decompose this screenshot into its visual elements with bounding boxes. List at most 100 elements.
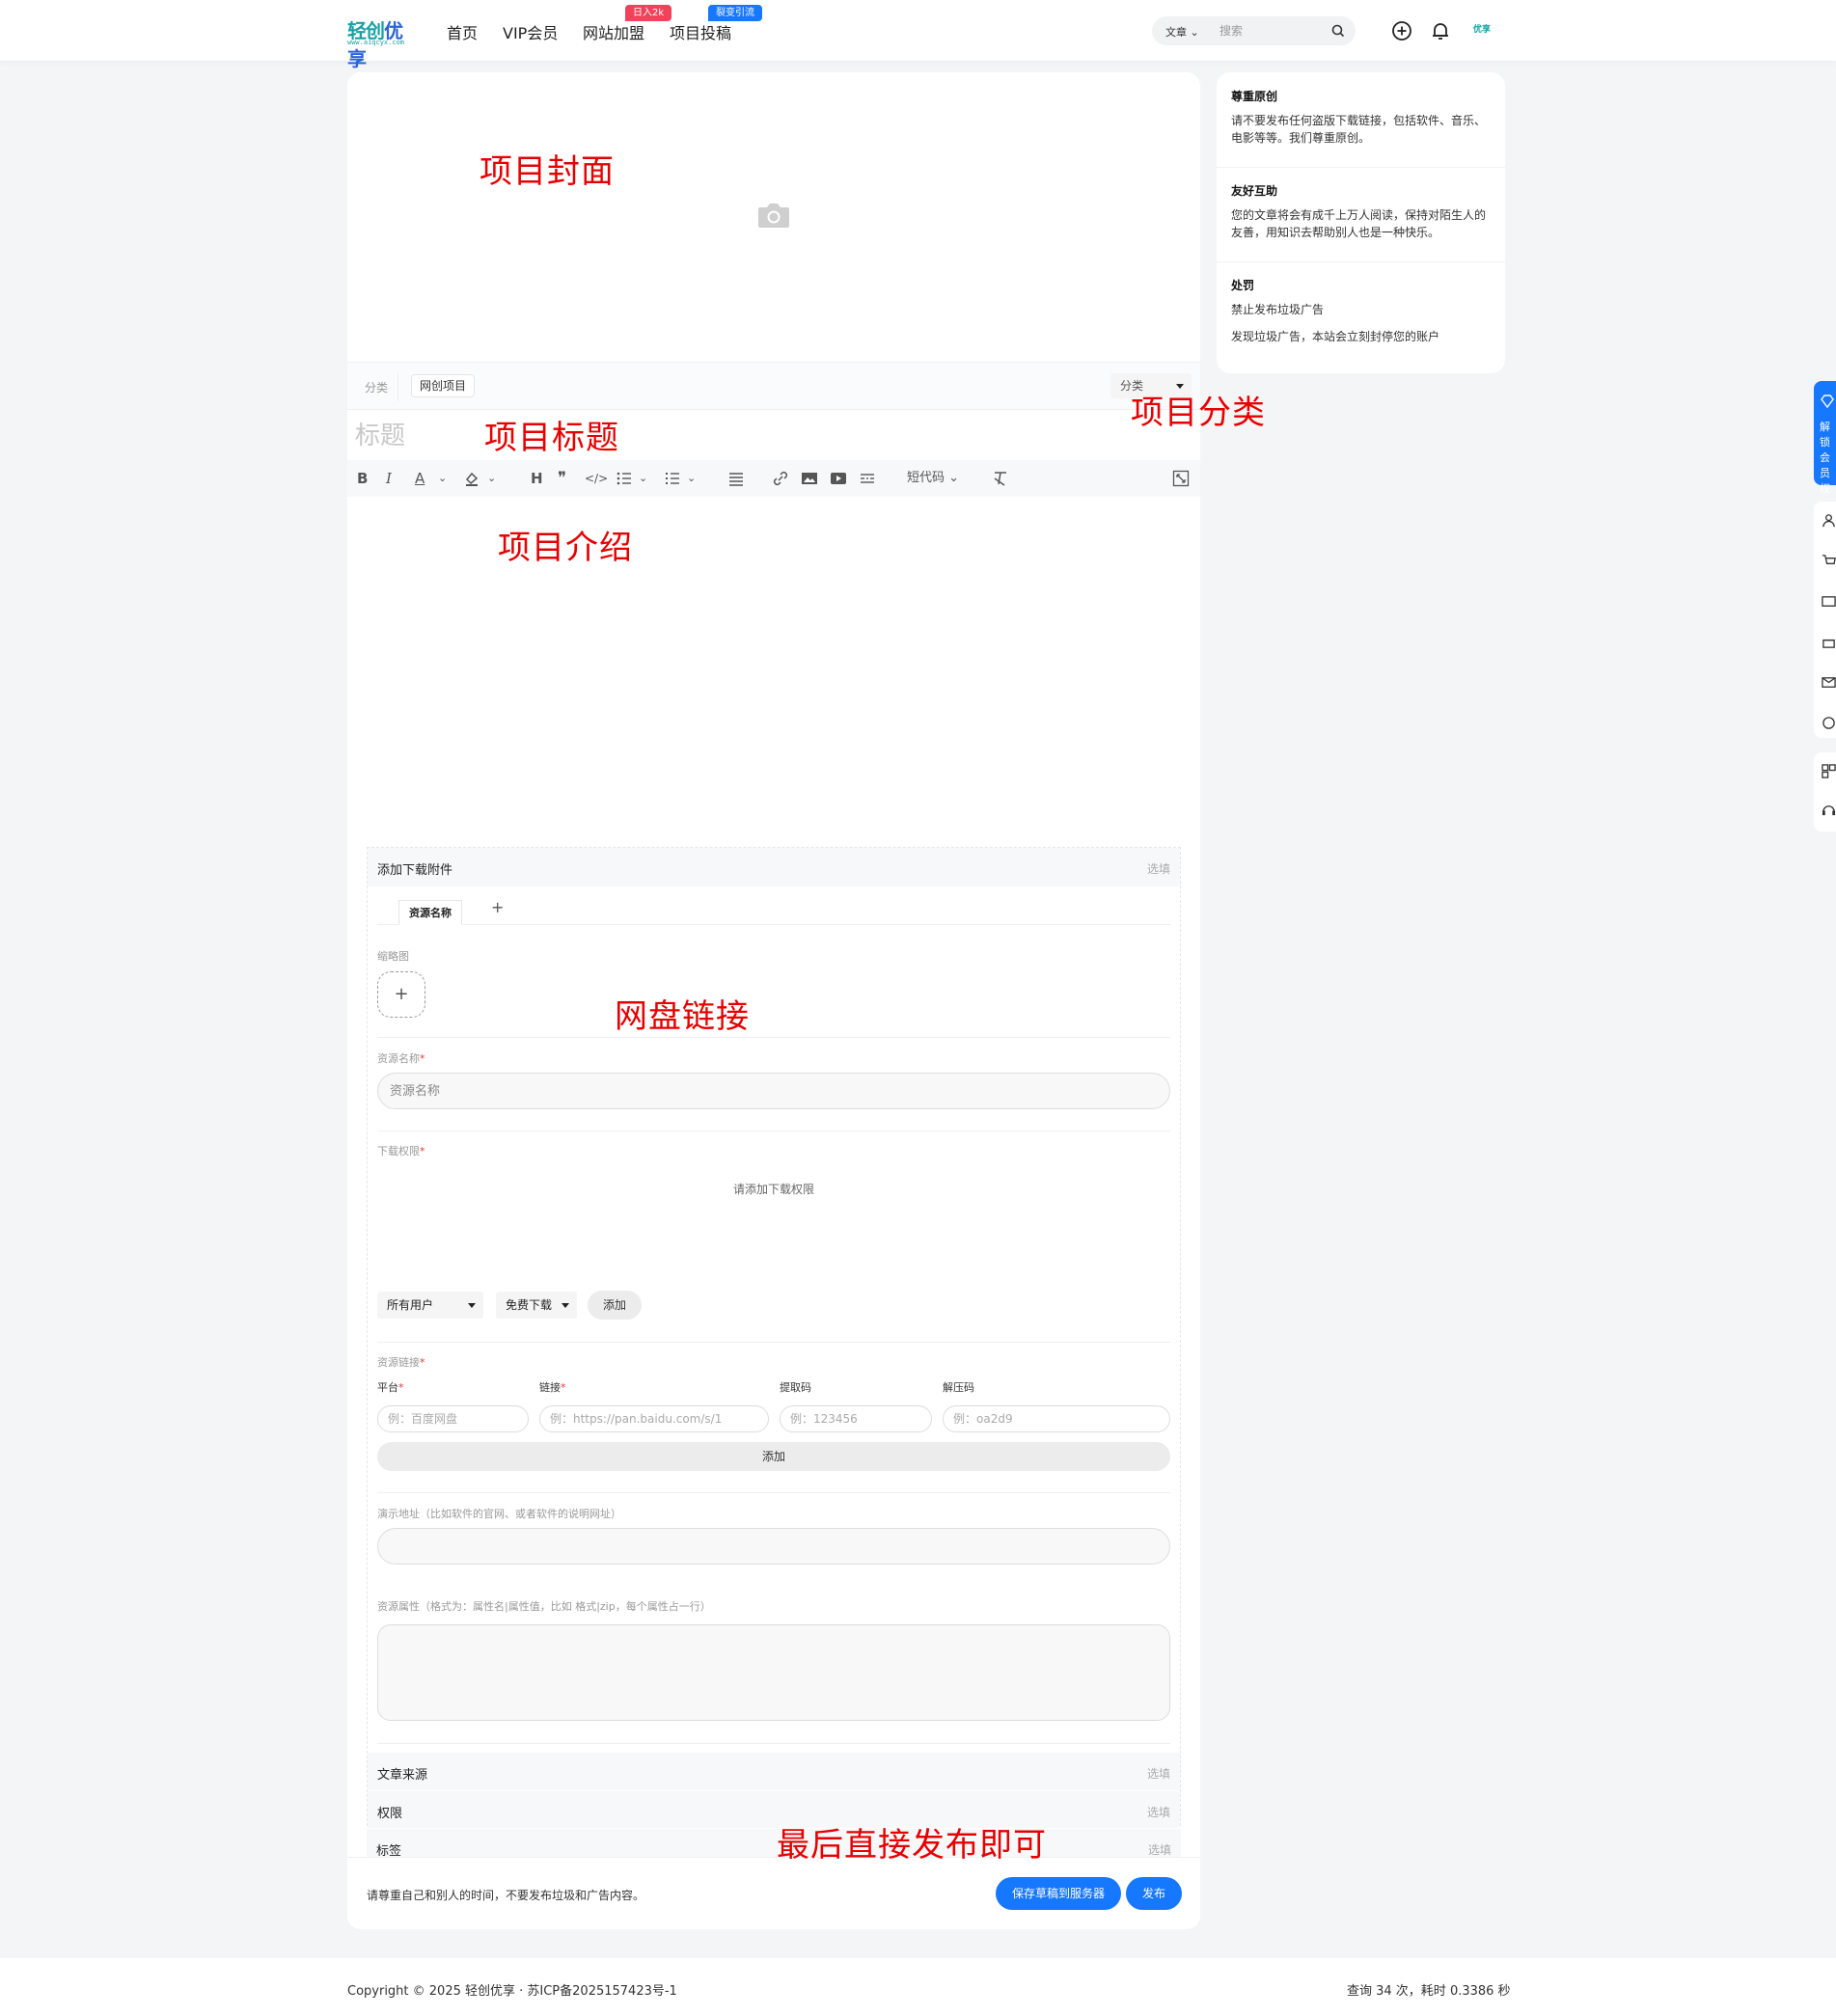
font-color-button[interactable]: A [415, 469, 425, 488]
rule-friendly: 友好互助 您的文章将会有成千上万人阅读，保持对陌生人的友善，用知识去帮助别人也是… [1231, 182, 1492, 241]
headset-icon[interactable] [1822, 803, 1836, 817]
search-icon[interactable] [1331, 24, 1345, 38]
add-permission-button[interactable]: 添加 [588, 1291, 642, 1320]
rule-title: 尊重原创 [1231, 90, 1278, 103]
fullscreen-icon[interactable] [1172, 469, 1190, 488]
nav-badge-submit: 裂变引流 [708, 5, 762, 21]
attachment-title: 添加下载附件 [377, 863, 453, 878]
float-toolbar-2 [1814, 752, 1836, 831]
thumbnail-label: 缩略图 [377, 950, 409, 963]
divider [377, 1492, 1170, 1493]
demo-url-input[interactable] [377, 1528, 1170, 1565]
attachment-header[interactable]: 添加下载附件 选填 [368, 848, 1180, 886]
float-toolbar [1814, 502, 1836, 738]
add-circle-icon[interactable] [1390, 19, 1413, 42]
resource-attr-textarea[interactable] [377, 1624, 1170, 1721]
search-input[interactable] [1219, 21, 1326, 41]
caret-down-icon [468, 1303, 476, 1308]
divider [377, 1743, 1170, 1744]
search-type-select[interactable]: 文章 ⌄ [1165, 24, 1199, 40]
shortcode-button[interactable]: 短代码 ⌄ [907, 469, 959, 488]
add-tab-icon[interactable]: + [491, 898, 504, 916]
image-icon[interactable] [801, 469, 818, 488]
extract-code-col-label: 提取码 [780, 1381, 811, 1394]
wallet-icon[interactable] [1822, 594, 1836, 609]
cover-upload[interactable] [347, 72, 1200, 362]
divider [377, 1342, 1170, 1343]
rule-body: 禁止发布垃圾广告 [1231, 303, 1325, 316]
download-type-select[interactable]: 免费下载 [496, 1292, 577, 1319]
unzip-code-input[interactable] [943, 1405, 1170, 1432]
chevron-down-icon[interactable]: ⌄ [487, 469, 496, 488]
category-tag[interactable]: 网创项目 [411, 374, 476, 397]
nav-submit[interactable]: 项目投稿 [670, 20, 731, 43]
option-row-source[interactable]: 文章来源 选填 [368, 1752, 1180, 1790]
chevron-down-icon[interactable]: ⌄ [438, 469, 447, 488]
chevron-down-icon[interactable]: ⌄ [639, 469, 647, 488]
gift-icon[interactable] [1822, 635, 1836, 649]
query-stats: 查询 34 次，耗时 0.3386 秒 [1347, 1984, 1511, 1999]
nav-vip[interactable]: VIP会员 [503, 20, 558, 43]
bell-icon[interactable] [1429, 19, 1452, 42]
italic-button[interactable]: I [386, 469, 392, 488]
vip-float-text: 解锁会员权 [1820, 421, 1830, 495]
add-link-button[interactable]: 添加 [377, 1442, 1170, 1471]
demo-url-label: 演示地址（比如软件的官网、或者软件的说明网址） [377, 1508, 621, 1520]
logo-subtitle: www.aiqcyx.com [347, 39, 405, 46]
chat-icon[interactable] [1822, 716, 1836, 730]
nav-home[interactable]: 首页 [447, 20, 478, 43]
annotation-category: 项目分类 [1131, 394, 1266, 432]
site-logo[interactable]: 轻创优享 www.aiqcyx.com [347, 15, 419, 70]
rule-title: 友好互助 [1231, 184, 1278, 198]
annotation-netdisk: 网盘链接 [615, 997, 750, 1036]
vip-float-button[interactable]: 解锁会员权 [1814, 381, 1836, 495]
rule-title: 处罚 [1231, 279, 1255, 292]
content-editor[interactable] [347, 497, 1200, 844]
bullet-list-icon[interactable] [616, 469, 633, 488]
user-icon[interactable] [1822, 513, 1836, 528]
publish-button[interactable]: 发布 [1126, 1877, 1182, 1910]
separator-icon[interactable] [859, 469, 876, 488]
resource-tab[interactable]: 资源名称 [398, 900, 462, 925]
link-icon[interactable] [772, 469, 789, 488]
mail-icon[interactable] [1822, 675, 1836, 690]
category-row: 分类 网创项目 分类 [347, 362, 1200, 410]
annotation-publish: 最后直接发布即可 [777, 1826, 1047, 1865]
user-group-select[interactable]: 所有用户 [377, 1292, 483, 1319]
heading-button[interactable]: H [531, 469, 543, 488]
clear-format-icon[interactable] [992, 469, 1009, 488]
option-row-permission[interactable]: 权限 选填 [368, 1790, 1180, 1829]
nav-franchise[interactable]: 网站加盟 [583, 20, 644, 43]
annotation-title: 项目标题 [484, 419, 619, 457]
video-icon[interactable] [830, 469, 847, 488]
optional-tag: 选填 [1146, 862, 1170, 876]
chevron-down-icon[interactable]: ⌄ [687, 469, 696, 488]
unzip-code-col-label: 解压码 [943, 1381, 974, 1394]
rule-body: 发现垃圾广告，本站会立刻封停您的账户 [1231, 330, 1440, 343]
quote-icon[interactable]: ❞ [558, 469, 566, 488]
resource-tabs: 资源名称 + [377, 894, 1170, 925]
resource-link-label: 资源链接* [377, 1356, 425, 1369]
platform-input[interactable] [377, 1405, 529, 1432]
code-icon[interactable]: </> [585, 469, 608, 488]
link-input[interactable] [539, 1405, 769, 1432]
rule-original: 尊重原创 请不要发布任何盗版下载链接，包括软件、音乐、电影等等。我们尊重原创。 [1231, 88, 1492, 147]
extract-code-input[interactable] [780, 1405, 932, 1432]
rule-penalty: 处罚 禁止发布垃圾广告 发现垃圾广告，本站会立刻封停您的账户 [1231, 277, 1492, 345]
resource-name-input[interactable] [377, 1073, 1170, 1109]
highlight-icon[interactable] [463, 469, 480, 488]
save-draft-button[interactable]: 保存草稿到服务器 [996, 1877, 1121, 1910]
bold-button[interactable]: B [357, 469, 368, 488]
thumbnail-upload-button[interactable]: + [377, 971, 425, 1018]
divider [1217, 261, 1505, 262]
numbered-list-icon[interactable] [664, 469, 681, 488]
qrcode-icon[interactable] [1822, 764, 1836, 778]
align-icon[interactable] [727, 469, 745, 488]
user-avatar[interactable]: 优享 [1473, 21, 1506, 39]
copyright-text: Copyright © 2025 轻创优享 · 苏ICP备2025157423号… [347, 1984, 677, 1999]
title-input[interactable] [355, 417, 1185, 455]
publish-note: 请尊重自己和别人的时间，不要发布垃圾和广告内容。 [367, 1889, 645, 1902]
annotation-cover: 项目封面 [480, 152, 615, 191]
editor-card: 分类 网创项目 分类 B I A ⌄ ⌄ H ❞ </> ⌄ ⌄ 短代码 ⌄ 添… [347, 72, 1200, 1929]
cart-icon[interactable] [1822, 554, 1836, 568]
